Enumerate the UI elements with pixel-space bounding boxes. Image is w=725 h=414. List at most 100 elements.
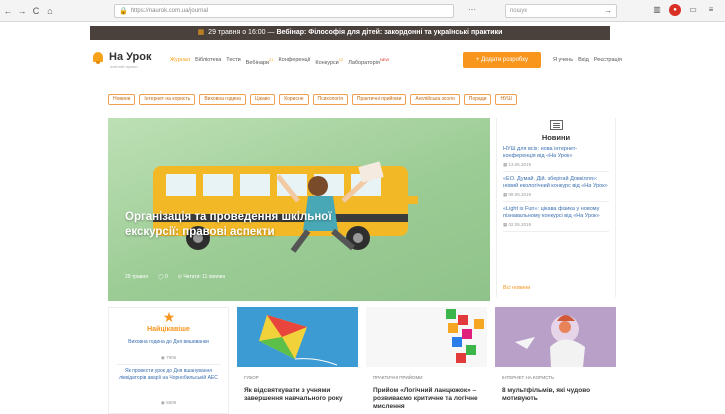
pocket-icon[interactable]: ● [669,4,681,16]
auth-link[interactable]: Реєстрація [594,57,622,63]
bell-logo-icon [92,50,104,64]
nav-item-label: Бібліотека [195,57,222,63]
news-item-date-value: 02.05.2019 [508,222,532,227]
hero-date: 29 травня [125,274,148,280]
nav-item[interactable]: Конкурси12 [315,57,343,66]
category-tag[interactable]: Практичні прийоми [351,94,407,105]
popular-widget: ★ Найцікавіше Виховна година до Дня виши… [108,307,229,414]
nav-badge: NEW [379,57,390,62]
forward-button[interactable]: → [16,4,28,18]
news-item-date: ▦ 02.05.2019 [503,222,609,228]
popular-item-link[interactable]: Виховна година до Дня вишиванки [109,339,228,346]
news-item-title[interactable]: «ЕО. Думай. Дій. зберігай Довкілля»: нов… [503,176,609,190]
nav-item-label: Журнал [170,57,191,63]
url-text: https://naurok.com.ua/journal [130,8,209,14]
school-bus-illustration [153,161,418,253]
hero-meta: 29 травня ◯ 0 ⊙ Читати: 11 хвилин [125,274,225,280]
featured-article[interactable]: Організація та проведення шкільної екску… [108,118,490,301]
news-item[interactable]: «ЕО. Думай. Дій. зберігай Довкілля»: нов… [503,172,609,202]
nav-item-label: Лабораторія [348,59,380,66]
banner-event: Вебінар: Філософія для дітей: закордонні… [276,29,503,36]
popular-item-link[interactable]: Як провести урок до Дня вшанування лікві… [109,368,228,381]
category-tag[interactable]: Англійська зсоло [410,94,460,105]
comments-count: ◯ 0 [158,274,168,280]
nav-item-label: Тести [226,57,241,63]
auth-link[interactable]: Вхід [578,57,589,63]
nav-item-label: Конференції [278,57,311,63]
browser-extensions: ▥ ● ▭ ≡ [651,4,717,16]
nav-item[interactable]: ЛабораторіяNEW [348,57,389,66]
nav-item-label: Вебінари [245,59,270,66]
read-time: ⊙ Читати: 11 хвилин [178,274,226,280]
lock-icon: 🔒 [119,8,128,15]
sidebar-icon[interactable]: ▭ [687,4,699,16]
category-tags: Новини Інтернет на користь Виховна година Ц… [108,94,517,105]
comment-icon: ◯ [157,274,165,280]
popular-item-views-value: 5609 [166,400,177,405]
category-tag[interactable]: Психологія [312,94,348,105]
category-tag[interactable]: НУШ [495,94,517,105]
category-tag[interactable]: Цікаво [249,94,276,105]
nav-item[interactable]: Журнал [170,57,190,66]
announcement-banner[interactable]: ▦ 29 травня о 16:00 — Вебінар: Філософія… [90,26,610,40]
cartoon-image [495,307,616,367]
news-item[interactable]: «Light is Fun»: цікава фізика у новому п… [503,202,609,232]
address-bar[interactable]: 🔒 https://naurok.com.ua/journal [114,4,454,18]
news-title: Новини [541,133,571,142]
article-card[interactable]: ГУБОР Як відсвяткувати з учнями завершен… [237,307,358,414]
logo-text: На Урок [109,51,152,63]
newspaper-icon [549,120,563,130]
read-time-value: Читати: 11 хвилин [183,274,226,280]
news-item-date-value: 13.05.2019 [508,162,532,167]
card-category: ПРАКТИЧНІ ПРИЙОМИ [373,375,423,380]
news-widget: Новини НУШ для всіх: нова інтернет-конфе… [496,118,616,297]
add-material-button[interactable]: + Додати розробку [463,52,541,68]
site-logo[interactable]: На Урок [92,50,152,64]
nav-item[interactable]: Бібліотека [195,57,221,66]
reload-button[interactable]: C [30,4,42,18]
main-navigation: Журнал Бібліотека Тести Вебінари21 Конференц… [170,57,389,66]
news-head: Новини [497,118,615,142]
category-tag[interactable]: Інтернет на користь [139,94,196,105]
auth-link[interactable]: Я учень [553,57,573,63]
kite-image [237,307,358,367]
menu-icon[interactable]: ≡ [705,4,717,16]
nav-badge: 12 [338,57,344,62]
news-item-title[interactable]: НУШ для всіх: нова інтернет-конференція … [503,146,609,160]
nav-item[interactable]: Конференції [278,57,310,66]
library-icon[interactable]: ▥ [651,4,663,16]
news-item[interactable]: НУШ для всіх: нова інтернет-конференція … [503,142,609,172]
category-tag[interactable]: Корисне [279,94,309,105]
logo-subtitle: освітній проект [110,64,138,69]
home-button[interactable]: ⌂ [44,4,56,18]
search-go-button[interactable]: → [604,5,612,17]
category-tag[interactable]: Новини [108,94,136,105]
news-item-date: ▦ 13.05.2019 [503,162,609,168]
all-news-link[interactable]: Всі новини [503,285,530,291]
browser-search-input[interactable]: пошук → [505,4,617,18]
category-tag[interactable]: Виховна година [199,94,246,105]
banner-date: 29 травня о 16:00 — [208,29,275,36]
news-item-date: ▦ 08.05.2019 [503,192,609,198]
news-list: НУШ для всіх: нова інтернет-конференція … [497,142,615,232]
blocks-image [366,307,487,367]
category-tag[interactable]: Поради [463,94,492,105]
hero-title[interactable]: Організація та проведення шкільної екску… [125,210,355,240]
card-category: ІНТЕРНЕТ НА КОРИСТЬ [502,375,555,380]
article-card[interactable]: ПРАКТИЧНІ ПРИЙОМИ Прийом «Логічний ланцю… [366,307,487,414]
popular-item-views: ◉ 7906 [109,355,228,361]
news-item-title[interactable]: «Light is Fun»: цікава фізика у новому п… [503,206,609,220]
divider [117,364,221,365]
nav-item[interactable]: Тести [226,57,240,66]
card-title[interactable]: Прийом «Логічний ланцюжок» – розвиваємо … [373,387,481,411]
nav-badge: 21 [269,57,274,62]
news-item-date-value: 08.05.2019 [508,192,532,197]
back-button[interactable]: ← [2,4,14,18]
card-title[interactable]: Як відсвяткувати з учнями завершення нав… [244,387,352,403]
card-title[interactable]: 8 мультфільмів, які чудово мотивують [502,387,610,403]
card-category: ГУБОР [244,375,259,380]
page-actions-button[interactable]: ··· [468,5,476,14]
nav-item[interactable]: Вебінари21 [246,57,274,66]
article-card[interactable]: ІНТЕРНЕТ НА КОРИСТЬ 8 мультфільмів, які … [495,307,616,414]
hero-title-box: Організація та проведення шкільної екску… [125,210,355,240]
